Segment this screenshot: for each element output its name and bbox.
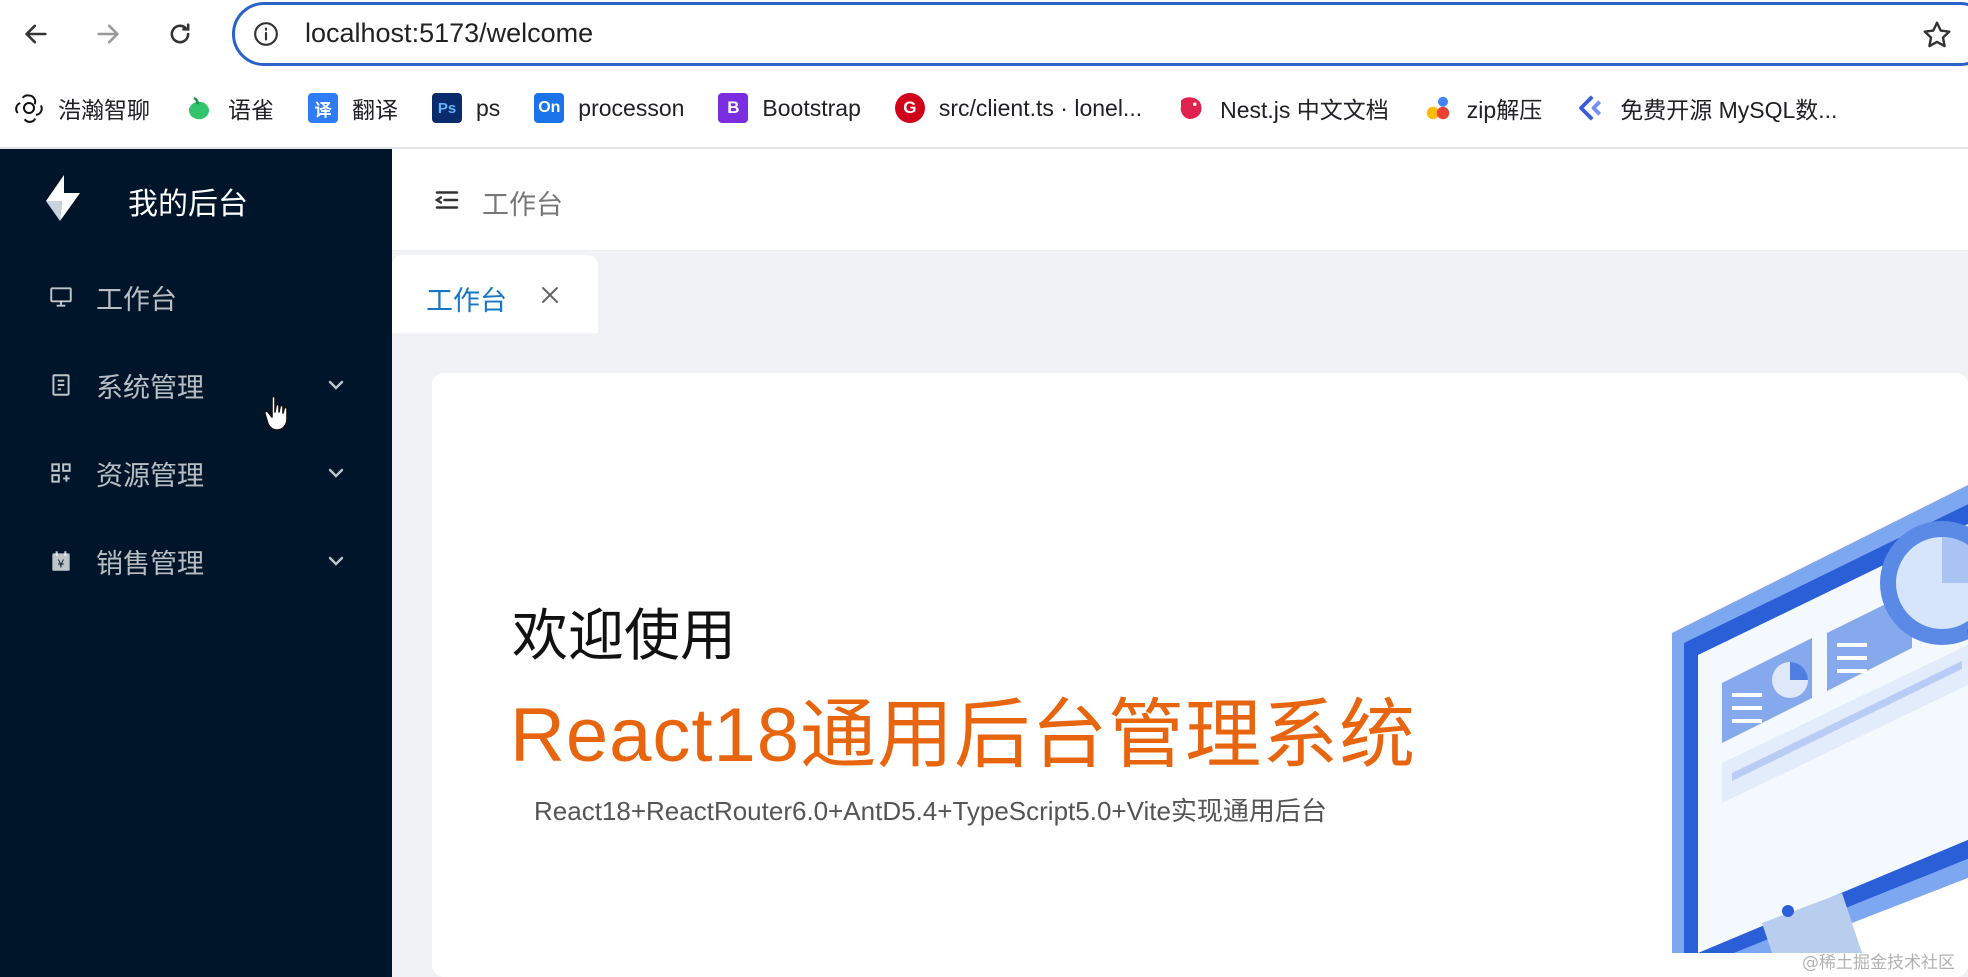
bookmark-label: Nest.js 中文文档 — [1220, 97, 1389, 123]
processon-icon: On — [534, 93, 565, 123]
photoshop-icon: Ps — [432, 93, 462, 123]
chevron-down-icon[interactable] — [324, 461, 348, 485]
bookmark-item[interactable]: G src/client.ts · lonel... — [894, 93, 1143, 123]
star-icon[interactable] — [1921, 19, 1953, 51]
main-header: 工作台 — [392, 149, 1968, 251]
sidebar-item-workbench[interactable]: 工作台 — [0, 262, 392, 332]
yuque-icon — [184, 93, 214, 123]
gitee-icon: G — [894, 93, 925, 123]
bookmark-item[interactable]: 免费开源 MySQL数... — [1576, 91, 1837, 125]
computer-illustration — [1672, 485, 1968, 953]
desktop-icon — [46, 282, 76, 312]
browser-toolbar: localhost:5173/welcome — [0, 0, 1968, 68]
close-icon[interactable] — [538, 283, 562, 307]
bookmarks-bar: 浩瀚智聊 语雀 译 翻译 Ps ps On processon B Bootst… — [0, 82, 1968, 134]
svg-text:¥: ¥ — [58, 558, 65, 571]
bookmark-label: 翻译 — [352, 97, 398, 123]
reload-button[interactable] — [158, 14, 202, 54]
breadcrumb: 工作台 — [482, 190, 563, 221]
arrow-right-icon — [97, 24, 120, 44]
bookmark-label: 浩瀚智聊 — [58, 97, 150, 123]
sidebar-item-label: 系统管理 — [96, 372, 204, 404]
bookmark-label: processon — [578, 94, 685, 121]
chevron-down-icon[interactable] — [324, 549, 348, 573]
bookmark-label: 语雀 — [228, 97, 274, 123]
bookmark-item[interactable]: Ps ps — [432, 93, 500, 123]
bookmark-item[interactable]: 语雀 — [184, 91, 274, 125]
sidebar-item-label: 工作台 — [96, 284, 177, 316]
bookmark-label: src/client.ts · lonel... — [938, 94, 1143, 121]
sidebar-item-resource[interactable]: 资源管理 — [0, 438, 392, 508]
welcome-text: 欢迎使用 — [512, 604, 736, 669]
watermark: @稀土掘金技术社区 — [1802, 953, 1955, 973]
info-icon[interactable] — [253, 21, 279, 47]
tab-label: 工作台 — [426, 286, 507, 317]
welcome-card: 欢迎使用 React18通用后台管理系统 React18+ReactRouter… — [432, 373, 1968, 977]
sidebar-item-label: 资源管理 — [96, 460, 204, 492]
tabs-bar: 工作台 — [392, 251, 1968, 333]
sidebar-item-system[interactable]: 系统管理 — [0, 350, 392, 420]
bootstrap-icon: B — [718, 93, 749, 123]
url-text[interactable]: localhost:5173/welcome — [305, 18, 593, 49]
zip-icon — [1423, 93, 1453, 123]
bookmark-item[interactable]: zip解压 — [1423, 91, 1542, 125]
bookmark-item[interactable]: 浩瀚智聊 — [14, 91, 150, 125]
bookmark-label: 免费开源 MySQL数... — [1620, 97, 1838, 123]
bookmark-label: ps — [476, 94, 501, 121]
money-calendar-icon: ¥ — [46, 546, 76, 576]
address-bar[interactable]: localhost:5173/welcome — [232, 2, 1968, 66]
tab-workbench[interactable]: 工作台 — [392, 255, 598, 333]
forward-button[interactable] — [86, 14, 130, 54]
reload-icon — [170, 23, 190, 44]
mysql-tool-icon — [1576, 93, 1606, 123]
tech-stack-subline: React18+ReactRouter6.0+AntD5.4+TypeScrip… — [534, 796, 1327, 826]
translate-icon: 译 — [308, 93, 338, 123]
system-headline: React18通用后台管理系统 — [510, 693, 1417, 778]
hand-cursor-icon — [263, 395, 288, 431]
app-title: 我的后台 — [128, 187, 248, 222]
arrow-left-icon — [24, 24, 47, 44]
sidebar-item-sales[interactable]: ¥ 销售管理 — [0, 526, 392, 596]
menu-fold-icon[interactable] — [432, 185, 462, 215]
bookmark-item[interactable]: 译 翻译 — [308, 91, 398, 125]
sidebar-item-label: 销售管理 — [96, 548, 204, 580]
book-icon — [46, 370, 76, 400]
bookmark-item[interactable]: On processon — [534, 93, 684, 123]
bookmark-label: Bootstrap — [762, 94, 861, 121]
lightning-logo-icon — [46, 175, 80, 221]
sidebar: 我的后台 工作台 系统管理 资源管理 ¥ 销售管理 — [0, 149, 392, 977]
bookmark-label: zip解压 — [1466, 97, 1543, 123]
bookmark-item[interactable]: Nest.js 中文文档 — [1176, 91, 1389, 125]
chevron-down-icon[interactable] — [324, 373, 348, 397]
nestjs-icon — [1176, 93, 1206, 123]
bookmark-item[interactable]: B Bootstrap — [718, 93, 861, 123]
back-button[interactable] — [14, 14, 58, 54]
chatgpt-icon — [14, 93, 44, 123]
appstore-icon — [46, 458, 76, 488]
